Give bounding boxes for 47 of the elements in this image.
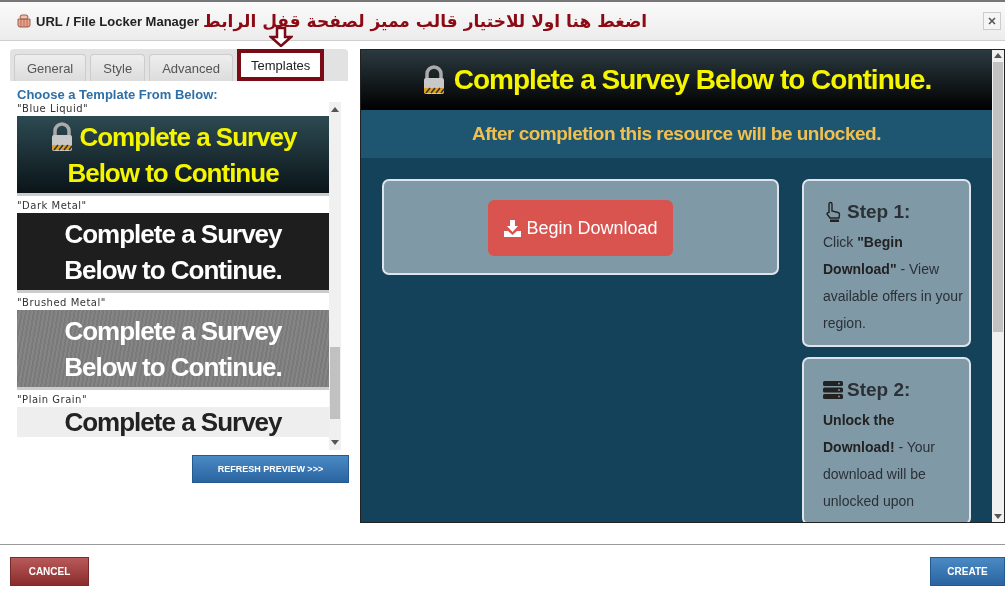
preview-text: Complete a Survey (64, 406, 282, 439)
template-name: "Plain Grain" (17, 393, 89, 407)
scroll-thumb[interactable] (330, 347, 340, 419)
template-preview[interactable]: Complete a Survey Below to Continue. (17, 213, 329, 293)
preview-text: Below to Continue. (64, 253, 282, 287)
preview-text: Below to Continue (67, 156, 279, 190)
close-icon (988, 17, 996, 25)
scroll-up-icon[interactable] (994, 53, 1002, 58)
tab[interactable]: Advanced (149, 54, 233, 81)
padlock-icon (421, 65, 446, 95)
preview-text: Complete a Survey (64, 314, 282, 348)
template-name: "Blue Liquid" (17, 102, 90, 116)
step-title: Step 2: (847, 379, 911, 401)
pointing-hand-icon (823, 201, 843, 223)
preview-text: Below to Continue. (64, 350, 282, 384)
template-preview[interactable]: Complete a Survey (17, 407, 329, 437)
preview-text: Complete a Survey (64, 217, 282, 251)
scrollbar[interactable] (329, 102, 341, 450)
tab[interactable]: Style (90, 54, 146, 81)
scroll-down-icon[interactable] (994, 514, 1002, 519)
step-title: Step 1: (847, 201, 911, 223)
template-name: "Brushed Metal" (17, 296, 107, 310)
scroll-thumb[interactable] (993, 62, 1003, 332)
download-icon (504, 219, 522, 237)
step-text: Click "Begin Download" - View available offers in your region. (823, 233, 963, 333)
refresh-preview-button[interactable]: REFRESH PREVIEW >>> (192, 455, 349, 483)
begin-download-button[interactable]: Begin Download (488, 200, 673, 256)
tab[interactable]: General (14, 54, 87, 81)
template-preview[interactable]: Complete a Survey Below to Continue (17, 116, 329, 196)
create-button[interactable]: CREATE (930, 556, 1005, 586)
cancel-button[interactable]: CANCEL (10, 556, 89, 586)
hand-icon (16, 14, 32, 28)
section-heading: Choose a Template From Below: (17, 87, 219, 102)
scroll-up-icon[interactable] (331, 107, 339, 112)
annotation-text: اضغط هنا اولا للاختيار قالب مميز لصفحة قفل الرابط (203, 11, 648, 31)
template-name: "Dark Metal" (17, 199, 88, 213)
window-title: URL / File Locker Manager (36, 13, 200, 29)
scrollbar[interactable] (992, 50, 1004, 522)
scroll-down-icon[interactable] (331, 440, 339, 445)
preview-text: Complete a Survey (79, 120, 297, 154)
step-text: Unlock the Download! - Your download will be unlocked upon (823, 411, 937, 511)
close-button[interactable] (983, 12, 1001, 30)
preview-subtitle: After completion this resource will be unlocked. (472, 123, 881, 145)
preview-title: Complete a Survey Below to Continue. (453, 64, 932, 96)
server-stack-icon (823, 380, 843, 400)
tab[interactable]: Templates (237, 49, 325, 81)
template-preview[interactable]: Complete a Survey Below to Continue. (17, 310, 329, 390)
